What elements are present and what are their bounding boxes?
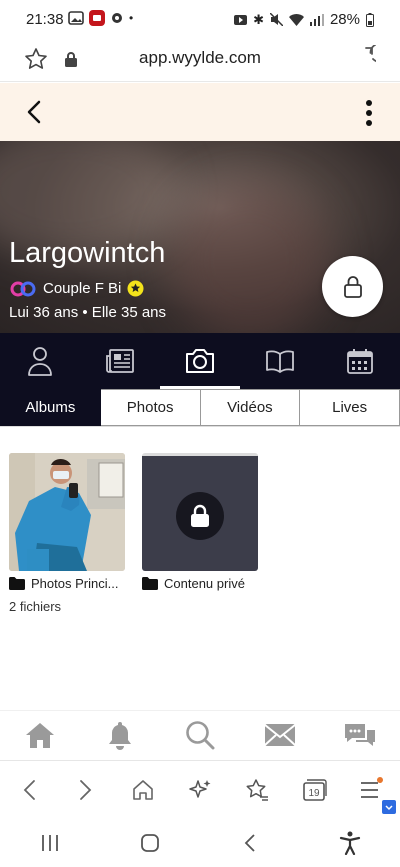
- envelope-icon: [264, 723, 296, 746]
- private-lock-button[interactable]: [322, 256, 383, 317]
- photo-thumbnail-image: [9, 453, 125, 571]
- profile-section-tabs: [0, 333, 400, 389]
- tab-albums[interactable]: Albums: [0, 389, 101, 426]
- status-time: 21:38: [26, 11, 64, 28]
- dot-icon: •: [129, 11, 134, 25]
- padlock-icon: [191, 504, 209, 527]
- back-arrow-icon[interactable]: [26, 100, 42, 124]
- album-label-row: Contenu privé: [142, 576, 258, 591]
- accessibility-icon: [339, 831, 361, 855]
- home-icon: [26, 722, 54, 748]
- url-text[interactable]: app.wyylde.com: [0, 48, 400, 68]
- album-label-row: Photos Princi...: [9, 576, 125, 591]
- folder-icon: [142, 577, 158, 590]
- app-bottom-nav: [0, 710, 400, 758]
- mute-icon: [269, 13, 283, 26]
- recent-apps-icon: [42, 834, 58, 851]
- tab-profile[interactable]: [0, 333, 80, 389]
- profile-ages: Lui 36 ans • Elle 35 ans: [9, 304, 167, 321]
- browser-bookmarks-button[interactable]: [229, 761, 286, 818]
- media-tabs: Albums Photos Vidéos Lives: [0, 389, 400, 427]
- bell-icon: [109, 721, 131, 750]
- album-thumbnail[interactable]: [9, 453, 125, 571]
- nav-notifications[interactable]: [80, 711, 160, 758]
- app-notification-icon: [89, 10, 105, 26]
- accessibility-button[interactable]: [300, 818, 400, 867]
- camera-icon: [186, 349, 214, 373]
- premium-star-icon: [127, 280, 144, 297]
- tab-events[interactable]: [320, 333, 400, 389]
- couple-rings-icon: [10, 281, 36, 296]
- battery-percent: 28%: [329, 11, 360, 28]
- nav-search[interactable]: [160, 711, 240, 758]
- newspaper-icon: [106, 349, 134, 373]
- star-list-icon: [246, 778, 269, 801]
- nav-messages[interactable]: [240, 711, 320, 758]
- sparkle-icon: [189, 779, 211, 798]
- nav-chat[interactable]: [320, 711, 400, 758]
- status-bar: 21:38 • ✱ 28%: [0, 0, 400, 38]
- private-lock-badge: [176, 492, 224, 540]
- browser-assistant-button[interactable]: [171, 761, 228, 818]
- back-system-button[interactable]: [200, 818, 300, 867]
- chat-bubbles-icon: [345, 723, 375, 746]
- home-square-icon: [141, 833, 159, 852]
- home-system-button[interactable]: [100, 818, 200, 867]
- image-icon: [68, 11, 84, 25]
- chevron-right-icon: [79, 779, 91, 800]
- video-icon: [234, 14, 248, 25]
- profile-name: Largowintch: [9, 237, 166, 269]
- tab-photos-list[interactable]: Photos: [100, 389, 201, 426]
- tab-photos[interactable]: [160, 333, 240, 389]
- home-outline-icon: [133, 779, 153, 800]
- tab-news[interactable]: [80, 333, 160, 389]
- status-notification-icons: •: [68, 10, 133, 26]
- browser-menu-button[interactable]: [343, 761, 400, 818]
- browser-url-bar: app.wyylde.com: [0, 38, 400, 82]
- person-icon: [28, 347, 52, 376]
- chevron-left-icon: [23, 779, 35, 800]
- browser-home-button[interactable]: [114, 761, 171, 818]
- wifi-icon: [288, 13, 304, 26]
- hamburger-menu-icon: [361, 776, 384, 798]
- tab-lives[interactable]: Lives: [300, 389, 400, 426]
- bluetooth-icon: ✱: [253, 11, 264, 27]
- settings-icon: [112, 13, 122, 23]
- browser-forward-button[interactable]: [57, 761, 114, 818]
- album-title[interactable]: Contenu privé: [164, 576, 245, 591]
- album-card[interactable]: Photos Princi... 2 fichiers: [9, 453, 125, 614]
- browser-back-button[interactable]: [0, 761, 57, 818]
- download-badge-icon: [381, 800, 396, 814]
- calendar-icon: [347, 349, 373, 374]
- cover-image-blur-2: [170, 181, 330, 333]
- app-header: [0, 83, 400, 141]
- tab-videos[interactable]: Vidéos: [200, 389, 301, 426]
- tab-journal[interactable]: [240, 333, 320, 389]
- status-right: ✱ 28%: [234, 11, 374, 28]
- reload-icon[interactable]: [352, 45, 376, 71]
- album-file-count: 2 fichiers: [9, 599, 62, 614]
- system-nav-bar: [0, 818, 400, 867]
- recent-apps-button[interactable]: [0, 818, 100, 867]
- signal-icon: [309, 13, 324, 26]
- profile-type: Couple F Bi: [43, 280, 122, 297]
- book-icon: [266, 350, 294, 373]
- more-options-icon[interactable]: [364, 100, 374, 126]
- back-chevron-icon: [244, 833, 255, 852]
- album-thumbnail-private[interactable]: [142, 453, 258, 571]
- browser-toolbar: 19: [0, 760, 400, 818]
- nav-home[interactable]: [0, 711, 80, 758]
- profile-type-row: Couple F Bi: [9, 280, 144, 297]
- browser-tabs-button[interactable]: 19: [286, 761, 343, 818]
- album-card-private[interactable]: Contenu privé: [142, 453, 258, 591]
- tabs-icon: 19: [303, 778, 327, 801]
- album-title[interactable]: Photos Princi...: [31, 576, 118, 591]
- svg-text:19: 19: [309, 788, 321, 799]
- padlock-icon: [343, 275, 362, 298]
- battery-icon: [366, 12, 374, 27]
- folder-icon: [9, 577, 25, 590]
- search-icon: [186, 720, 215, 749]
